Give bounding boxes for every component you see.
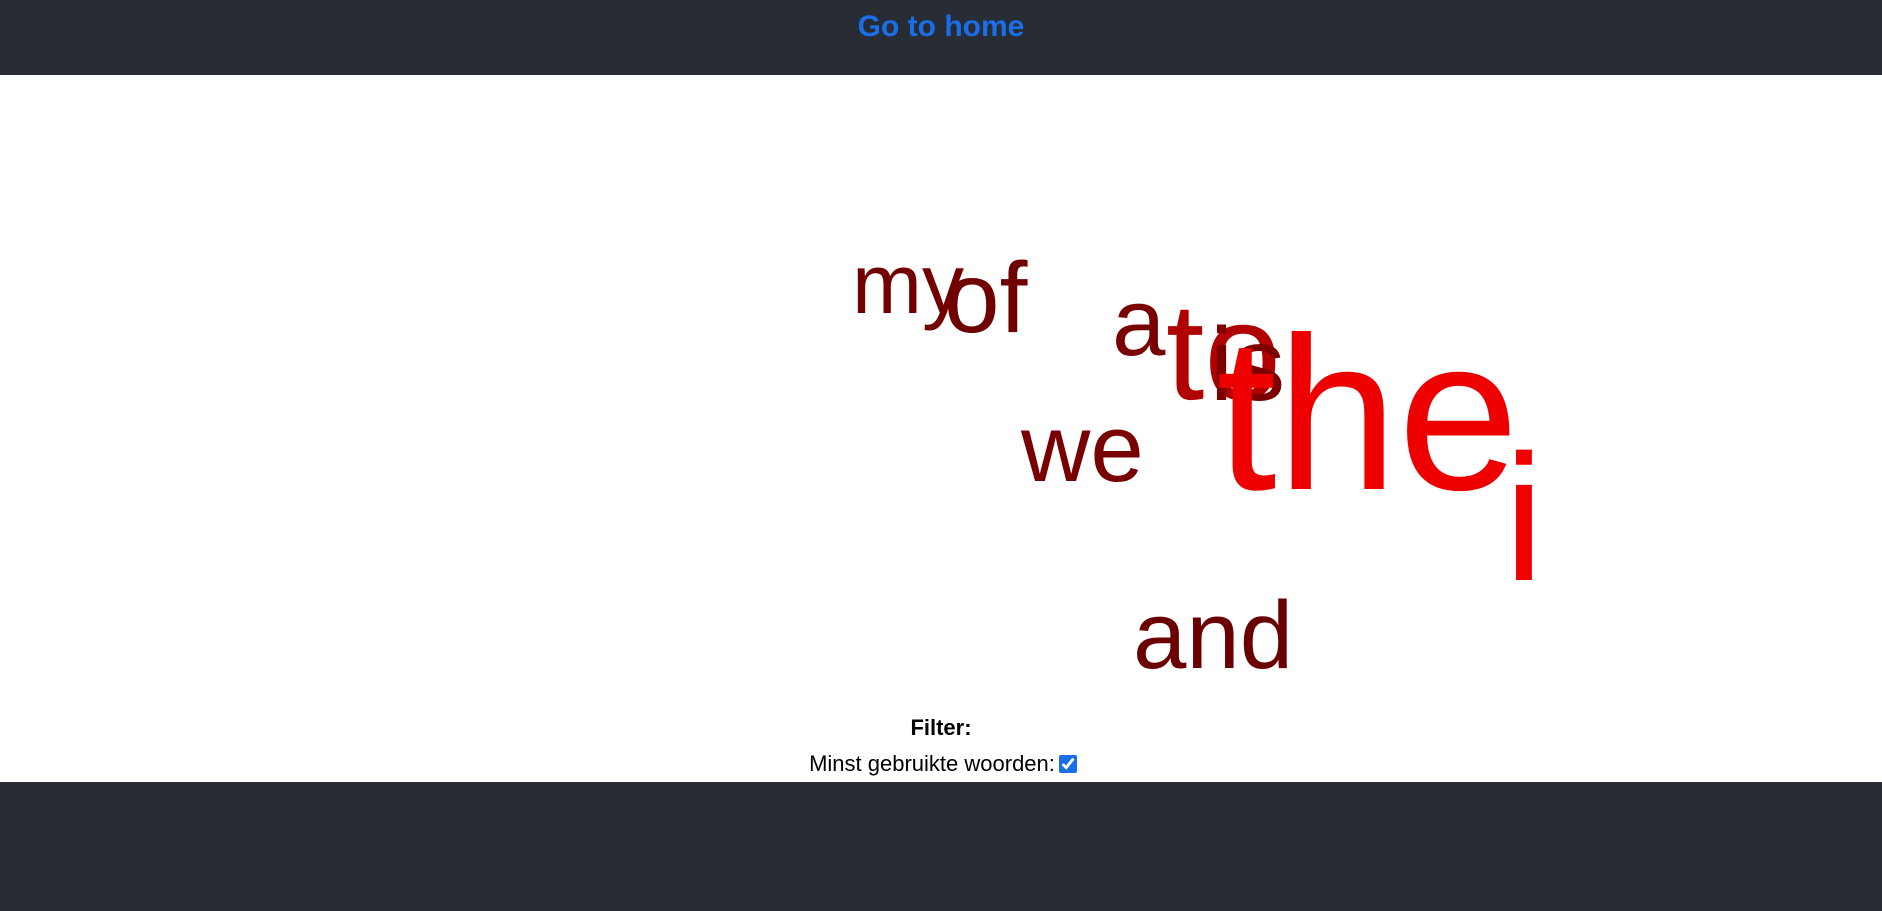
least-used-words-checkbox[interactable] [1058, 755, 1077, 773]
footer-bar [0, 782, 1882, 911]
word-cloud: my of a to is we the i and [0, 75, 1882, 710]
cloud-word-of: of [944, 242, 1028, 354]
cloud-word-and: and [1133, 582, 1294, 689]
top-navbar: Go to home [0, 0, 1882, 75]
cloud-word-i: i [1504, 418, 1544, 619]
filter-panel: Filter: Minst gebruikte woorden: [0, 710, 1882, 782]
cloud-word-the: the [1216, 293, 1520, 536]
least-used-words-filter: Minst gebruikte woorden: [809, 746, 1077, 782]
least-used-words-label: Minst gebruikte woorden: [809, 751, 1055, 776]
cloud-word-we: we [1021, 395, 1144, 502]
cloud-word-a: a [1112, 269, 1166, 376]
filter-title: Filter: [910, 715, 972, 740]
go-to-home-link[interactable]: Go to home [858, 9, 1025, 45]
